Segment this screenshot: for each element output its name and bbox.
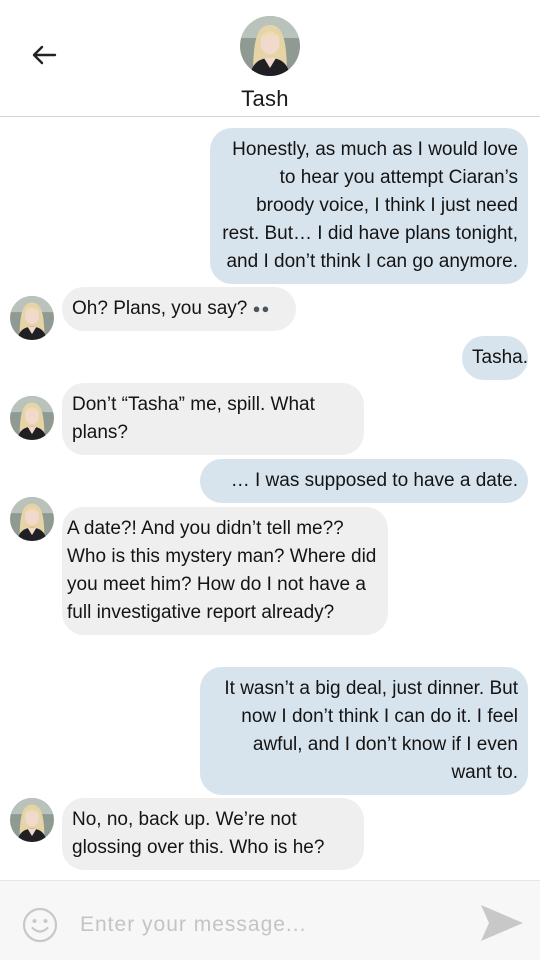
avatar-photo [10, 798, 54, 842]
message-bubble-sent[interactable]: … I was supposed to have a date. [200, 459, 528, 503]
send-icon [481, 905, 523, 941]
contact-avatar-small [10, 296, 54, 340]
message-bubble-sent[interactable]: Tasha. [462, 336, 528, 380]
message-text: … I was supposed to have a date. [230, 470, 518, 491]
chat-header: Tash [0, 0, 540, 117]
eyes-emoji-icon: ●● [252, 301, 271, 316]
message-text: Tasha. [472, 347, 528, 368]
message-bubble-received[interactable]: No, no, back up. We’re not glossing over… [62, 798, 364, 870]
avatar-photo [10, 396, 54, 440]
avatar-photo [240, 16, 300, 76]
message-text: Oh? Plans, you say? [72, 298, 248, 320]
emoji-button[interactable] [22, 907, 58, 943]
smiley-icon [22, 907, 58, 943]
contact-name: Tash [241, 86, 289, 111]
message-text: Don’t “Tasha” me, spill. What plans? [72, 394, 315, 443]
contact-avatar-small [10, 396, 54, 440]
message-text: It wasn’t a big deal, just dinner. But n… [224, 678, 518, 783]
message-input[interactable] [80, 905, 460, 945]
contact-avatar-small [10, 497, 54, 541]
message-text: No, no, back up. We’re not glossing over… [72, 809, 325, 858]
avatar-photo [10, 296, 54, 340]
message-bubble-received[interactable]: Oh? Plans, you say? ●● [62, 287, 296, 332]
send-button[interactable] [478, 902, 526, 944]
message-composer [0, 880, 540, 960]
contact-avatar-small [10, 798, 54, 842]
contact-avatar[interactable] [240, 16, 300, 76]
message-bubble-sent[interactable]: It wasn’t a big deal, just dinner. But n… [200, 667, 528, 795]
back-button[interactable] [26, 38, 62, 72]
message-bubble-sent[interactable]: Honestly, as much as I would love to hea… [210, 128, 528, 284]
message-text: Honestly, as much as I would love to hea… [222, 139, 518, 272]
arrow-left-icon [32, 45, 57, 65]
message-bubble-received[interactable]: A date?! And you didn’t tell me?? Who is… [62, 507, 388, 635]
message-bubble-received[interactable]: Don’t “Tasha” me, spill. What plans? [62, 383, 364, 455]
message-text: A date?! And you didn’t tell me?? Who is… [67, 518, 377, 623]
avatar-photo [10, 497, 54, 541]
